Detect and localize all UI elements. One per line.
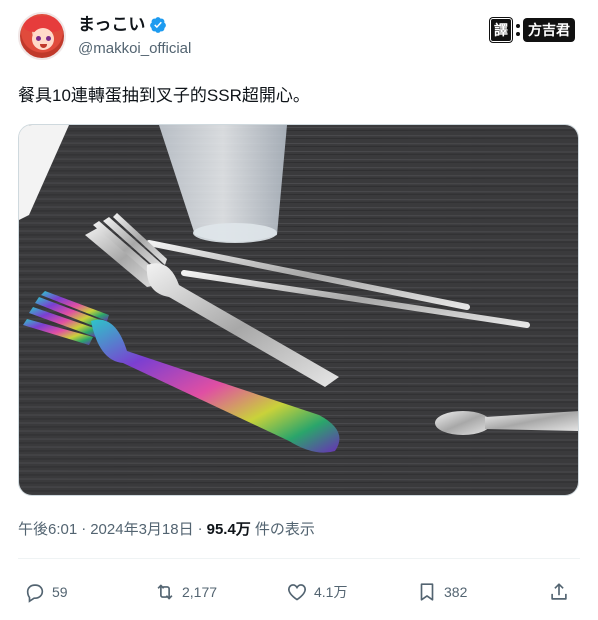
like-button[interactable]: 4.1万 <box>286 581 347 603</box>
reply-icon <box>26 584 44 603</box>
tweet-meta: 午後6:01 · 2024年3月18日 · 95.4万 件の表示 <box>18 518 315 539</box>
author-names: まっこい @makkoi_official <box>78 14 191 60</box>
avatar[interactable] <box>18 12 66 60</box>
like-count: 4.1万 <box>314 584 348 600</box>
cutlery-photo <box>19 125 578 495</box>
retweet-count: 2,177 <box>182 584 218 600</box>
view-count: 95.4万 <box>206 521 251 538</box>
translator-name: 方吉君 <box>524 19 574 41</box>
share-icon <box>551 583 567 600</box>
retweet-button[interactable]: 2,177 <box>154 581 217 603</box>
meta-separator: · <box>197 520 203 537</box>
author-display-name-row[interactable]: まっこい <box>78 14 191 36</box>
tweet-time[interactable]: 午後6:01 <box>18 518 77 539</box>
share-button[interactable] <box>548 581 570 603</box>
meta-separator: · <box>81 520 87 537</box>
heart-icon <box>288 584 306 601</box>
reply-count: 59 <box>52 584 68 600</box>
bookmark-button[interactable]: 382 <box>416 581 467 603</box>
colon-icon <box>515 24 521 36</box>
tweet-date[interactable]: 2024年3月18日 <box>90 518 193 539</box>
bookmark-icon <box>420 583 434 601</box>
view-count-label: 件の表示 <box>254 521 315 538</box>
verified-badge-icon <box>150 17 167 33</box>
retweet-icon <box>157 584 173 600</box>
reply-button[interactable]: 59 <box>24 581 68 603</box>
action-bar: 59 2,177 4.1万 382 <box>18 572 580 612</box>
tweet-photo[interactable] <box>18 124 579 496</box>
divider <box>18 558 580 559</box>
tweet-header: まっこい @makkoi_official 譯 方吉君 <box>18 12 580 66</box>
translator-label: 譯 <box>490 18 512 42</box>
tweet-text: 餐具10連轉蛋抽到叉子的SSR超開心。 <box>18 86 310 105</box>
bookmark-count: 382 <box>444 584 468 600</box>
author-display-name[interactable]: まっこい <box>78 14 145 36</box>
translator-badge: 譯 方吉君 <box>490 18 574 42</box>
author-handle[interactable]: @makkoi_official <box>78 38 191 60</box>
